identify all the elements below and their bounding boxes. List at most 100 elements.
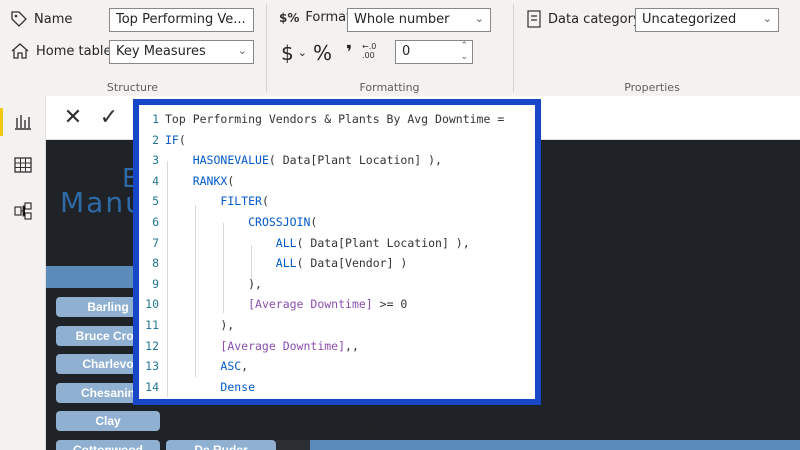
format-dropdown[interactable]: Whole number ⌄ — [347, 8, 491, 32]
code-text: , — [241, 359, 249, 374]
data-category-row: Data category — [526, 10, 641, 28]
code-text: ), — [165, 317, 235, 332]
format-label: Format — [305, 10, 352, 25]
code-line[interactable]: ASC, — [165, 356, 535, 377]
dax-function: RANKX — [192, 173, 228, 188]
data-category-dropdown[interactable]: Uncategorized ⌄ — [635, 8, 779, 32]
model-icon — [13, 201, 33, 225]
code-text: ( Data[Plant Location] ), — [296, 235, 470, 250]
bar-chart-icon — [13, 112, 33, 134]
code-line[interactable]: [Average Downtime],, — [165, 336, 535, 357]
line-number-gutter: 12345678910111213141516 — [139, 109, 165, 399]
tag-icon — [10, 10, 28, 28]
code-line[interactable]: ), — [165, 274, 535, 295]
code-line[interactable]: ), — [165, 315, 535, 336]
name-input[interactable]: Top Performing Ve... — [109, 8, 254, 32]
data-category-icon — [526, 10, 542, 28]
line-number: 12 — [145, 338, 159, 353]
table-icon — [13, 156, 33, 178]
home-table-row: Home table — [10, 42, 111, 60]
code-text: ( — [178, 132, 186, 147]
text-cursor-icon: 𝙸 — [366, 416, 379, 437]
line-number: 14 — [145, 379, 159, 394]
code-line[interactable]: ALL( Data[Plant Location] ), — [165, 233, 535, 254]
line-number: 11 — [145, 317, 159, 332]
slicer-item[interactable]: De Ruder — [166, 440, 276, 450]
cancel-button[interactable]: ✕ — [58, 102, 88, 132]
home-table-dropdown[interactable]: Key Measures ⌄ — [109, 40, 254, 64]
data-category-label: Data category — [548, 11, 641, 27]
code-line[interactable]: ALL( Data[Vendor] ) — [165, 253, 535, 274]
line-number: 7 — [152, 235, 159, 250]
code-text: ( — [227, 173, 235, 188]
structure-group: Name Top Performing Ve... Home table Key… — [0, 0, 265, 96]
dax-function: Dense — [220, 379, 256, 394]
home-table-value: Key Measures — [116, 44, 206, 59]
code-area[interactable]: Top Performing Vendors & Plants By Avg D… — [165, 109, 535, 405]
properties-group: Data category Uncategorized ⌄ Properties — [514, 0, 790, 96]
visual-band — [310, 440, 800, 450]
formatting-group-label: Formatting — [359, 81, 420, 94]
code-text: Top Performing Vendors & Plants By Avg D… — [165, 112, 505, 126]
currency-button[interactable]: $ — [281, 41, 294, 65]
code-line[interactable]: [Average Downtime] >= 0 — [165, 294, 535, 315]
model-view-button[interactable] — [8, 198, 38, 228]
code-text: ( Data[Plant Location] ), — [268, 153, 442, 168]
properties-group-label: Properties — [624, 81, 680, 94]
code-text: >= 0 — [372, 297, 408, 312]
line-number: 10 — [145, 297, 159, 312]
chevron-down-icon: ⌄ — [474, 12, 484, 25]
code-text: ( — [310, 214, 318, 229]
stepper-icon[interactable]: ⌃ ⌄ — [460, 41, 468, 63]
code-line[interactable]: IF( — [165, 130, 535, 151]
name-row: Name — [10, 10, 72, 28]
chevron-down-icon[interactable]: ⌄ — [298, 46, 307, 59]
chevron-down-icon: ⌄ — [237, 44, 247, 57]
line-number: 9 — [152, 276, 159, 291]
check-icon: ✓ — [99, 104, 119, 130]
decimal-places-value: 0 — [402, 44, 411, 59]
chevron-down-icon: ⌄ — [762, 12, 772, 25]
comma-button[interactable]: ❜ — [346, 42, 352, 63]
line-number: 2 — [152, 132, 159, 147]
code-line[interactable]: FILTER( — [165, 191, 535, 212]
code-line[interactable]: Top Performing Vendors & Plants By Avg D… — [165, 109, 535, 130]
measure-reference: [Average Downtime] — [220, 338, 346, 353]
percent-button[interactable]: % — [313, 41, 332, 65]
code-line[interactable]: HASONEVALUE( Data[Plant Location] ), — [165, 150, 535, 171]
code-line[interactable]: ) — [165, 397, 535, 405]
code-line[interactable]: RANKX( — [165, 171, 535, 192]
line-number: 1 — [152, 112, 159, 126]
format-value: Whole number — [354, 12, 450, 27]
left-navigation — [0, 96, 46, 450]
report-view-button[interactable] — [8, 108, 38, 138]
active-indicator — [0, 108, 3, 136]
dax-function: ALL — [275, 235, 297, 250]
decimal-places-icon[interactable]: ←.0.00 — [360, 40, 380, 65]
svg-text:.00: .00 — [362, 51, 375, 60]
dax-function: HASONEVALUE — [192, 153, 269, 168]
slicer-item[interactable]: Clay — [56, 411, 160, 431]
code-text: ( — [261, 194, 269, 209]
code-text: ( Data[Vendor] ) — [296, 256, 408, 271]
dax-function: ASC — [220, 359, 242, 374]
dax-function: ALL — [275, 256, 297, 271]
line-number: 5 — [152, 194, 159, 209]
code-line[interactable]: Dense — [165, 377, 535, 398]
structure-group-label: Structure — [106, 81, 159, 94]
decimal-places-input[interactable]: 0 ⌃ ⌄ — [395, 40, 473, 64]
line-number: 15 — [139, 397, 165, 399]
code-text: ) — [165, 400, 200, 405]
code-text: ,, — [345, 338, 359, 353]
code-line[interactable]: CROSSJOIN( — [165, 212, 535, 233]
dax-editor[interactable]: 12345678910111213141516 Top Performing V… — [133, 99, 541, 405]
data-view-button[interactable] — [8, 152, 38, 182]
slicer-item[interactable]: Cottonwood — [56, 440, 160, 450]
commit-button[interactable]: ✓ — [94, 102, 124, 132]
